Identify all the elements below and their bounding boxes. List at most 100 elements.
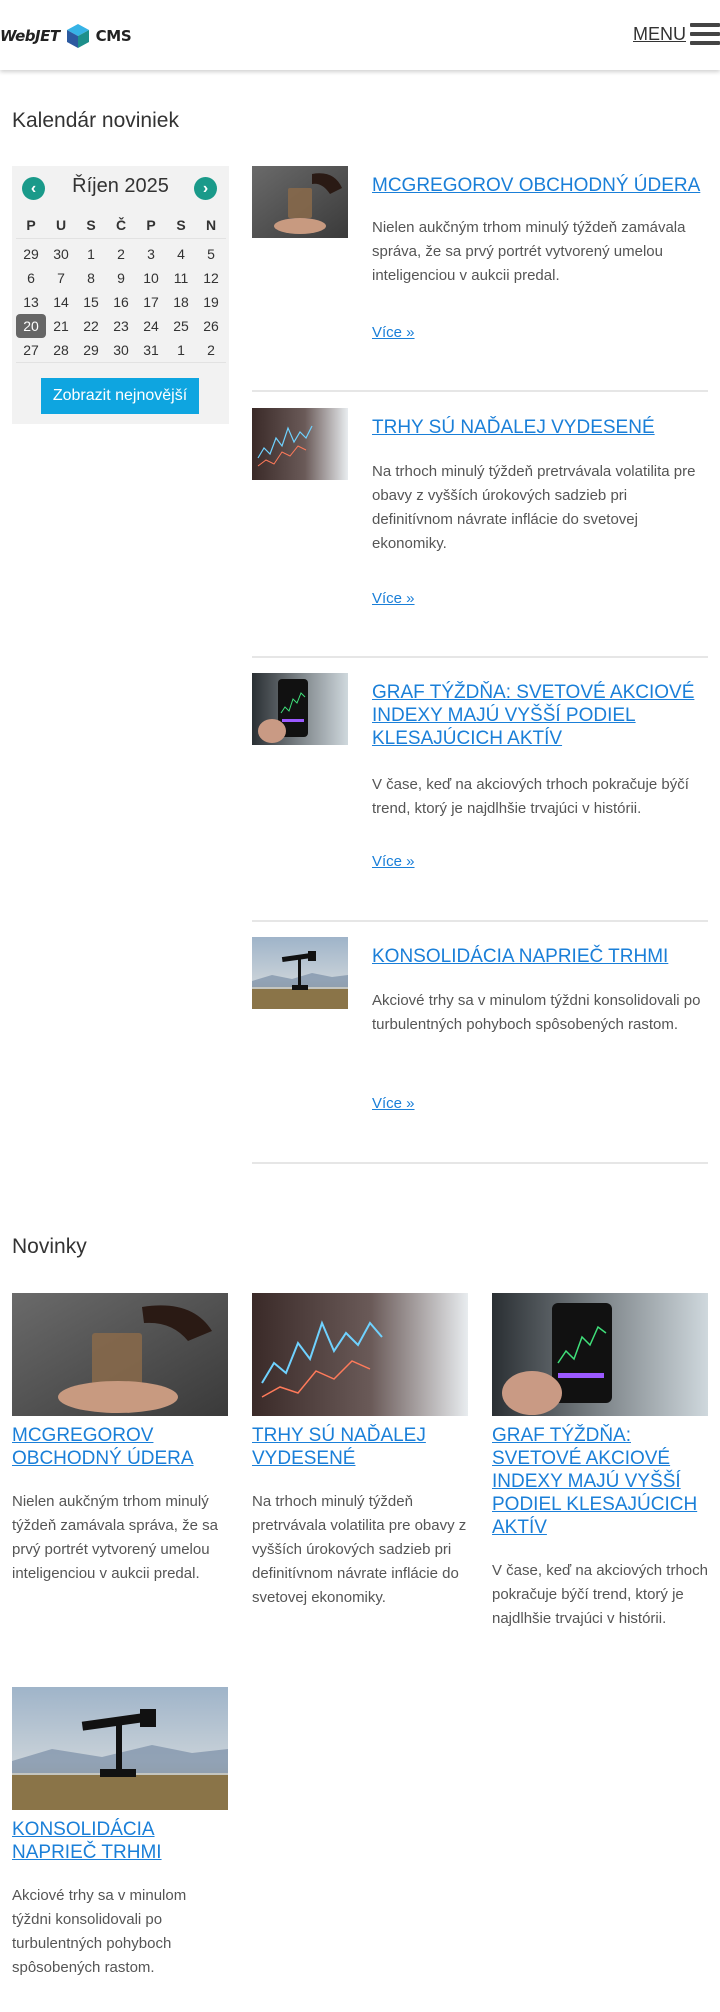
news-separator <box>252 1162 708 1164</box>
calendar-day[interactable]: 29 <box>16 242 46 266</box>
news-card: TRHY SÚ NAĎALEJ VYDESENÉ Na trhoch minul… <box>252 1293 468 1610</box>
calendar-day[interactable]: 22 <box>76 314 106 338</box>
calendar-day[interactable]: 30 <box>46 242 76 266</box>
news-card-title-link[interactable]: MCGREGOROV OBCHODNÝ ÚDERA <box>12 1424 228 1470</box>
calendar-heading: Kalendár noviniek <box>12 109 179 132</box>
weekday-label: U <box>55 217 67 233</box>
news-perex: Akciové trhy sa v minulom týždni konsoli… <box>372 992 701 1033</box>
calendar-grid: P U S Č P S N 29 30 1 2 3 4 5 6 7 8 9 10… <box>16 211 226 363</box>
news-perex: Nielen aukčným trhom minulý týždeň zamáv… <box>372 219 686 284</box>
chevron-right-icon[interactable]: › <box>194 177 217 200</box>
calendar-day[interactable]: 18 <box>166 290 196 314</box>
news-thumbnail-whisky[interactable] <box>252 166 348 238</box>
calendar-day[interactable]: 3 <box>136 242 166 266</box>
news-separator <box>252 656 708 658</box>
calendar-day[interactable]: 28 <box>46 338 76 362</box>
calendar-day[interactable]: 4 <box>166 242 196 266</box>
logo-text-cms: CMS <box>95 27 132 45</box>
news-perex: V čase, keď na akciových trhoch pokračuj… <box>372 776 689 817</box>
calendar-day[interactable]: 25 <box>166 314 196 338</box>
calendar-day[interactable]: 19 <box>196 290 226 314</box>
news-card-image-oil[interactable] <box>12 1687 228 1810</box>
news-list-item: TRHY SÚ NAĎALEJ VYDESENÉ Na trhoch minul… <box>252 408 708 648</box>
calendar-week-row: 13 14 15 16 17 18 19 <box>16 290 226 314</box>
news-card-image-phone[interactable] <box>492 1293 708 1416</box>
calendar-day[interactable]: 11 <box>166 266 196 290</box>
calendar-day[interactable]: 10 <box>136 266 166 290</box>
news-card-perex: V čase, keď na akciových trhoch pokračuj… <box>492 1562 708 1627</box>
calendar-day[interactable]: 29 <box>76 338 106 362</box>
calendar-day[interactable]: 27 <box>16 338 46 362</box>
weekday-label: N <box>205 217 217 233</box>
hamburger-menu-icon[interactable] <box>690 23 720 45</box>
novinky-heading: Novinky <box>12 1235 87 1258</box>
weekday-label: P <box>146 217 156 233</box>
menu-link[interactable]: MENU <box>633 24 686 45</box>
news-card: GRAF TÝŽDŇA: SVETOVÉ AKCIOVÉ INDEXY MAJÚ… <box>492 1293 708 1631</box>
news-thumbnail-chart[interactable] <box>252 408 348 480</box>
calendar-day[interactable]: 21 <box>46 314 76 338</box>
news-card-perex: Nielen aukčným trhom minulý týždeň zamáv… <box>12 1493 218 1582</box>
calendar-header: Říjen 2025 ‹ › <box>12 166 229 210</box>
logo-cube-icon <box>66 24 89 48</box>
calendar-day[interactable]: 2 <box>196 338 226 362</box>
chevron-left-icon[interactable]: ‹ <box>22 177 45 200</box>
news-list-item: MCGREGOROV OBCHODNÝ ÚDERA Nielen aukčným… <box>252 166 708 396</box>
news-thumbnail-phone[interactable] <box>252 673 348 745</box>
calendar-day[interactable]: 1 <box>76 242 106 266</box>
calendar-day-today[interactable]: 20 <box>16 314 46 338</box>
calendar-day[interactable]: 12 <box>196 266 226 290</box>
news-thumbnail-oil[interactable] <box>252 937 348 1009</box>
weekday-label: P <box>26 217 36 233</box>
calendar-week-row: 27 28 29 30 31 1 2 <box>16 338 226 363</box>
site-header: WebJET CMS MENU <box>0 0 720 70</box>
calendar-day[interactable]: 31 <box>136 338 166 362</box>
news-more-link[interactable]: Více » <box>372 590 415 607</box>
calendar-day[interactable]: 14 <box>46 290 76 314</box>
news-card-title-link[interactable]: GRAF TÝŽDŇA: SVETOVÉ AKCIOVÉ INDEXY MAJÚ… <box>492 1424 708 1539</box>
calendar-day[interactable]: 8 <box>76 266 106 290</box>
calendar-day[interactable]: 15 <box>76 290 106 314</box>
calendar-day[interactable]: 9 <box>106 266 136 290</box>
news-card-image-whisky[interactable] <box>12 1293 228 1416</box>
weekday-label: Č <box>115 217 127 233</box>
calendar-day[interactable]: 30 <box>106 338 136 362</box>
calendar-day[interactable]: 17 <box>136 290 166 314</box>
calendar-day[interactable]: 23 <box>106 314 136 338</box>
logo-text-webjet: WebJET <box>0 27 60 45</box>
news-separator <box>252 920 708 922</box>
news-separator <box>252 390 708 392</box>
news-more-link[interactable]: Více » <box>372 853 415 870</box>
show-latest-button[interactable]: Zobrazit nejnovější <box>41 378 199 414</box>
news-list-item: KONSOLIDÁCIA NAPRIEČ TRHMI Akciové trhy … <box>252 937 708 1167</box>
calendar-week-row: 29 30 1 2 3 4 5 <box>16 242 226 266</box>
logo[interactable]: WebJET CMS <box>0 23 132 49</box>
calendar-week-row: 6 7 8 9 10 11 12 <box>16 266 226 290</box>
news-more-link[interactable]: Více » <box>372 324 415 341</box>
news-title-link[interactable]: MCGREGOROV OBCHODNÝ ÚDERA <box>372 174 708 197</box>
calendar-day[interactable]: 13 <box>16 290 46 314</box>
calendar-day[interactable]: 5 <box>196 242 226 266</box>
news-card-perex: Akciové trhy sa v minulom týždni konsoli… <box>12 1887 187 1976</box>
news-title-link[interactable]: KONSOLIDÁCIA NAPRIEČ TRHMI <box>372 945 708 968</box>
calendar-day[interactable]: 16 <box>106 290 136 314</box>
calendar-day[interactable]: 24 <box>136 314 166 338</box>
news-card-image-chart[interactable] <box>252 1293 468 1416</box>
news-card-title-link[interactable]: TRHY SÚ NAĎALEJ VYDESENÉ <box>252 1424 468 1470</box>
news-title-link[interactable]: TRHY SÚ NAĎALEJ VYDESENÉ <box>372 416 708 439</box>
news-card: MCGREGOROV OBCHODNÝ ÚDERA Nielen aukčným… <box>12 1293 228 1586</box>
calendar-week-row: 20 21 22 23 24 25 26 <box>16 314 226 338</box>
weekday-label: S <box>86 217 96 233</box>
news-card-perex: Na trhoch minulý týždeň pretrvávala vola… <box>252 1493 467 1606</box>
news-card-title-link[interactable]: KONSOLIDÁCIA NAPRIEČ TRHMI <box>12 1818 228 1864</box>
calendar-day[interactable]: 7 <box>46 266 76 290</box>
news-more-link[interactable]: Více » <box>372 1095 415 1112</box>
calendar-day[interactable]: 26 <box>196 314 226 338</box>
calendar-weekday-row: P U S Č P S N <box>16 211 226 239</box>
news-title-link[interactable]: GRAF TÝŽDŇA: SVETOVÉ AKCIOVÉ INDEXY MAJÚ… <box>372 681 708 750</box>
calendar-day[interactable]: 6 <box>16 266 46 290</box>
news-card: KONSOLIDÁCIA NAPRIEČ TRHMI Akciové trhy … <box>12 1687 228 1980</box>
calendar-day[interactable]: 2 <box>106 242 136 266</box>
calendar-day[interactable]: 1 <box>166 338 196 362</box>
weekday-label: S <box>176 217 186 233</box>
